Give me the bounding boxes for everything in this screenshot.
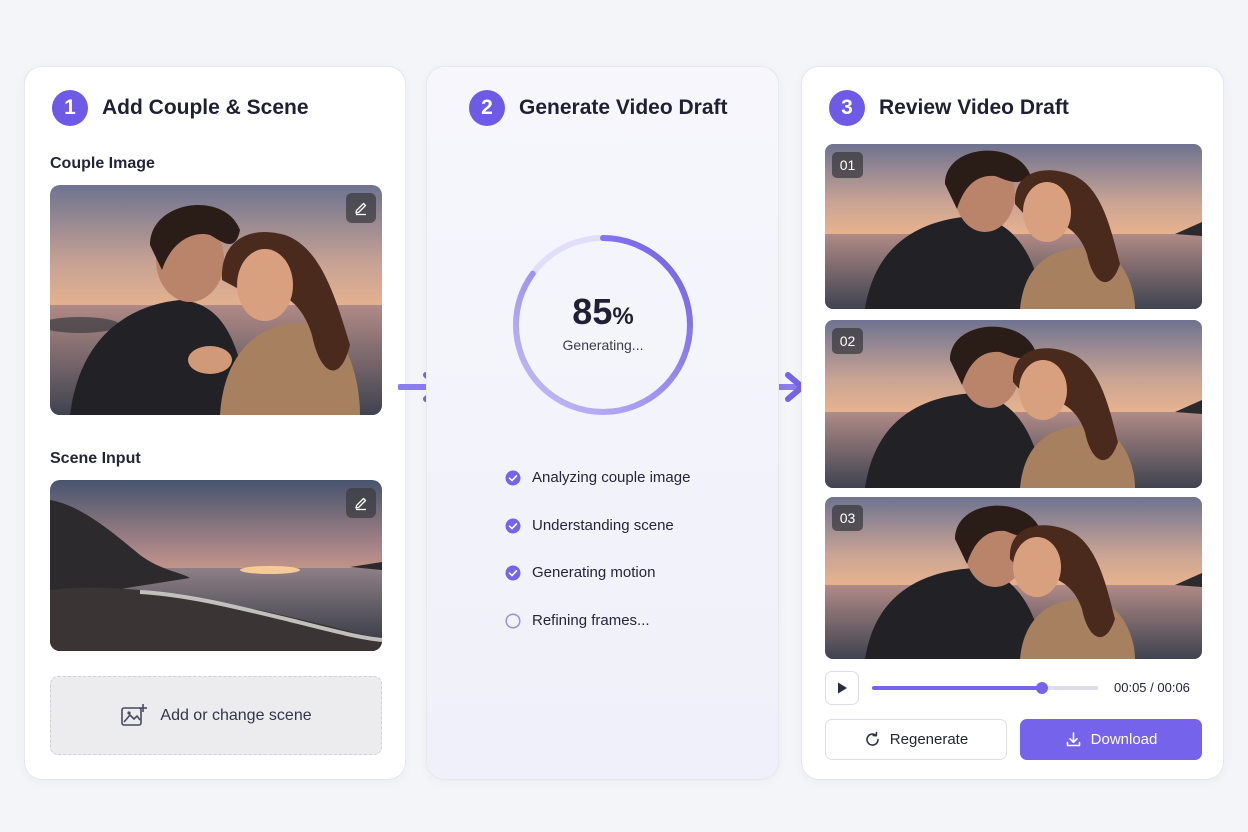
step-3-title: Review Video Draft: [879, 96, 1069, 119]
add-image-icon: [121, 703, 148, 726]
step-3-number: 3: [829, 90, 865, 126]
play-button[interactable]: [825, 671, 859, 705]
task-item: Understanding scene: [505, 517, 674, 534]
dropzone-label: Add or change scene: [160, 706, 312, 724]
check-circle-icon: [505, 470, 521, 485]
frame-number-badge: 01: [832, 152, 863, 178]
video-frame[interactable]: 02: [825, 320, 1202, 488]
scrubber-handle[interactable]: [1035, 682, 1048, 694]
couple-image[interactable]: [50, 185, 382, 415]
step-2-card: 2 Generate Video Draft 85% Generating...…: [426, 66, 779, 780]
regenerate-label: Regenerate: [889, 731, 969, 748]
task-item: Refining frames...: [505, 612, 650, 629]
step-2-number: 2: [469, 90, 505, 126]
step-1-card: 1 Add Couple & Scene Couple Image Scene …: [24, 66, 406, 780]
progress-status: Generating...: [562, 337, 644, 353]
task-label: Refining frames...: [532, 612, 650, 629]
scrubber-fill: [872, 686, 1042, 690]
edit-couple-image-button[interactable]: [346, 193, 376, 223]
scene-image[interactable]: [50, 480, 382, 651]
check-circle-icon: [505, 518, 521, 533]
video-scrubber[interactable]: [872, 682, 1098, 694]
video-frame[interactable]: 01: [825, 144, 1202, 309]
couple-image-label: Couple Image: [50, 155, 155, 172]
task-label: Generating motion: [532, 564, 656, 581]
edit-scene-image-button[interactable]: [346, 488, 376, 518]
step-3-card: 3 Review Video Draft 01 02 03 00:05 / 00…: [801, 66, 1224, 780]
play-icon: [838, 682, 847, 694]
add-scene-dropzone[interactable]: Add or change scene: [50, 676, 382, 755]
progress-percent: 85: [572, 291, 613, 332]
step-2-title: Generate Video Draft: [519, 96, 728, 119]
task-item: Analyzing couple image: [505, 469, 690, 486]
regenerate-button[interactable]: Regenerate: [825, 719, 1007, 760]
video-frame[interactable]: 03: [825, 497, 1202, 659]
step-1-number: 1: [52, 90, 88, 126]
download-button[interactable]: Download: [1020, 719, 1202, 760]
empty-circle-icon: [505, 612, 521, 629]
download-label: Download: [1090, 731, 1158, 748]
frame-number-badge: 03: [832, 505, 863, 531]
edit-icon: [355, 202, 367, 216]
step-2-header: 2 Generate Video Draft: [469, 90, 728, 126]
download-icon: [1066, 732, 1080, 747]
edit-icon: [355, 497, 367, 511]
check-circle-icon: [505, 565, 521, 580]
step-1-header: 1 Add Couple & Scene: [52, 90, 309, 126]
progress-ring: 85% Generating...: [511, 233, 695, 417]
frame-number-badge: 02: [832, 328, 863, 354]
task-label: Understanding scene: [532, 517, 674, 534]
scene-input-label: Scene Input: [50, 450, 141, 467]
step-3-header: 3 Review Video Draft: [829, 90, 1069, 126]
refresh-icon: [866, 731, 879, 746]
task-item: Generating motion: [505, 564, 655, 581]
playback-time: 00:05 / 00:06: [1114, 680, 1190, 695]
task-label: Analyzing couple image: [532, 469, 691, 486]
step-1-title: Add Couple & Scene: [102, 96, 309, 119]
progress-unit: %: [612, 303, 634, 330]
